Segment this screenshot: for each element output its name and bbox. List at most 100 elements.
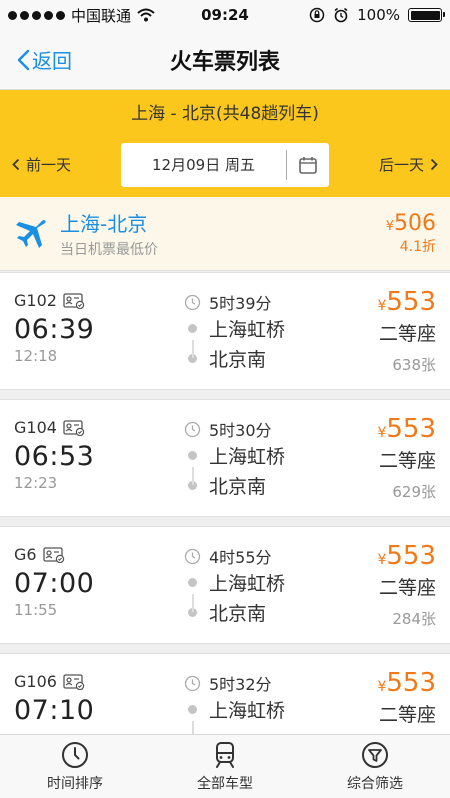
train-fare: ¥553 二等座 [377, 668, 436, 734]
flight-price-amount: 506 [394, 211, 436, 236]
train-code: G6 [14, 545, 37, 564]
to-station-row: 北京南 [184, 343, 354, 373]
prev-day-button[interactable]: 前一天 [12, 154, 71, 175]
flight-price-card[interactable]: 上海-北京 当日机票最低价 ¥506 4.1折 [0, 197, 450, 271]
to-station-row: 北京南 [184, 470, 354, 500]
depart-time: 07:00 [14, 568, 95, 599]
flight-info: 上海-北京 当日机票最低价 [60, 208, 386, 259]
train-price: ¥553 [377, 541, 436, 571]
train-code: G104 [14, 418, 57, 437]
from-station: 上海虹桥 [209, 445, 286, 468]
arrive-time: 12:18 [14, 347, 58, 365]
back-label: 返回 [32, 49, 72, 73]
carrier-label: 中国联通 [71, 6, 132, 25]
station-dot [188, 577, 197, 587]
arrive-time: 12:23 [14, 474, 58, 492]
train-times: G102 06:39 12:18 [14, 291, 94, 365]
station-dot [188, 450, 197, 460]
train-code: G106 [14, 672, 57, 691]
status-right: 100% [309, 6, 445, 24]
tab-label: 时间排序 [47, 775, 103, 792]
duration: 5时32分 [209, 675, 272, 694]
duration-row: 4时55分 [184, 545, 354, 567]
clock-icon [184, 548, 201, 564]
duration-row: 5时30分 [184, 418, 354, 440]
wifi-icon [137, 8, 155, 22]
train-route: 5时30分 上海虹桥 北京南 [184, 418, 354, 500]
seat-class: 二等座 [378, 577, 436, 599]
train-code-row: G6 [14, 545, 94, 564]
chevron-right-icon [430, 158, 438, 171]
clock-icon [184, 294, 201, 310]
train-card[interactable]: G106 07:10 5时32分 上海虹桥 ¥553 二等座 [0, 653, 450, 734]
from-station-row: 上海虹桥 [184, 567, 354, 597]
nav-bar: 返回 火车票列表 [0, 30, 450, 90]
duration: 5时30分 [209, 421, 272, 440]
tab-combined-filter[interactable]: 综合筛选 [300, 735, 450, 798]
flight-currency: ¥ [385, 219, 394, 234]
date-picker[interactable]: 12月09日 周五 [121, 142, 329, 187]
date-text: 12月09日 周五 [152, 156, 255, 174]
seat-class: 二等座 [378, 450, 436, 472]
alarm-icon [334, 7, 348, 23]
train-price: ¥553 [377, 668, 436, 698]
price-amount: 553 [386, 414, 436, 444]
train-code-row: G104 [14, 418, 94, 437]
price-amount: 553 [386, 541, 436, 571]
clock-icon [62, 741, 88, 768]
train-code-row: G106 [14, 672, 94, 691]
tab-all-train-types[interactable]: 全部车型 [150, 735, 300, 798]
tab-label: 全部车型 [197, 775, 253, 792]
from-station-row: 上海虹桥 [184, 313, 354, 343]
chevron-left-icon [17, 49, 30, 70]
duration: 4时55分 [209, 548, 272, 567]
duration: 5时39分 [209, 294, 272, 313]
from-station: 上海虹桥 [209, 699, 286, 722]
prev-day-label: 前一天 [26, 156, 72, 174]
from-station-row: 上海虹桥 [184, 694, 354, 724]
date-row: 前一天 12月09日 周五 后一天 [0, 132, 450, 197]
back-button[interactable]: 返回 [0, 45, 72, 74]
train-times: G6 07:00 11:55 [14, 545, 94, 619]
clock-icon [184, 675, 201, 691]
to-station-row [184, 724, 354, 734]
train-route: 5时39分 上海虹桥 北京南 [184, 291, 354, 373]
train-list[interactable]: G102 06:39 12:18 5时39分 上海虹桥 北京南 ¥553 二等座 [0, 272, 450, 734]
next-day-button[interactable]: 后一天 [379, 154, 438, 175]
train-icon [216, 741, 234, 768]
train-card[interactable]: G104 06:53 12:23 5时30分 上海虹桥 北京南 ¥553 二等座 [0, 399, 450, 517]
train-card[interactable]: G102 06:39 12:18 5时39分 上海虹桥 北京南 ¥553 二等座 [0, 272, 450, 390]
depart-time: 07:10 [14, 695, 95, 726]
flight-subtitle: 当日机票最低价 [60, 242, 158, 258]
calendar-icon[interactable] [287, 155, 329, 175]
depart-time: 06:39 [14, 314, 95, 345]
flight-route: 上海-北京 [60, 212, 148, 236]
tab-sort-by-time[interactable]: 时间排序 [0, 735, 150, 798]
duration-row: 5时39分 [184, 291, 354, 313]
train-fare: ¥553 二等座 629张 [377, 414, 436, 502]
from-station: 上海虹桥 [209, 318, 286, 341]
airplane-icon [14, 219, 50, 249]
route-band: 上海 - 北京(共48趟列车) 前一天 12月09日 周五 后一天 [0, 90, 450, 197]
station-dot [188, 704, 197, 714]
seat-class: 二等座 [378, 323, 436, 345]
train-card[interactable]: G6 07:00 11:55 4时55分 上海虹桥 北京南 ¥553 二等座 2… [0, 526, 450, 644]
clock-icon [184, 421, 201, 437]
status-left: 中国联通 [8, 5, 155, 26]
to-station: 北京南 [209, 602, 267, 625]
to-station: 北京南 [209, 475, 267, 498]
battery-icon [408, 8, 445, 22]
train-fare: ¥553 二等座 284张 [377, 541, 436, 629]
route-line [192, 594, 194, 612]
from-station: 上海虹桥 [209, 572, 286, 595]
from-station-row: 上海虹桥 [184, 440, 354, 470]
id-card-icon [63, 673, 85, 690]
next-day-label: 后一天 [378, 156, 424, 174]
train-code: G102 [14, 291, 57, 310]
id-card-icon [63, 292, 85, 309]
route-line [192, 467, 194, 485]
id-card-icon [42, 546, 64, 563]
status-bar: 中国联通 09:24 100% [0, 0, 450, 30]
ticket-count: 284张 [392, 610, 436, 628]
flight-discount: 4.1折 [399, 239, 436, 255]
